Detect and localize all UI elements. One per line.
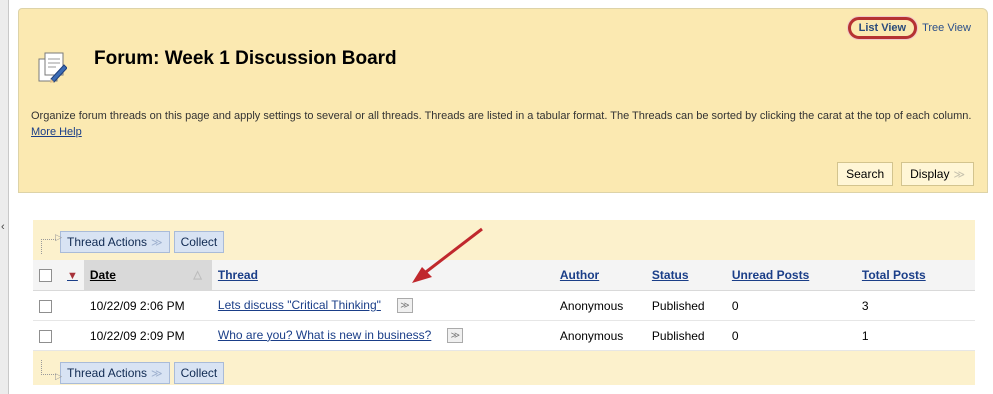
chevron-down-icon: ≫ bbox=[151, 367, 163, 380]
row-select-cell bbox=[33, 290, 61, 321]
select-arrow-icon: ▷ bbox=[41, 232, 62, 254]
threads-table: ▼ Date △ Thread Author Status Unread Post… bbox=[33, 260, 975, 351]
row-total: 3 bbox=[855, 290, 975, 321]
row-unread: 0 bbox=[725, 320, 856, 351]
column-author[interactable]: Author bbox=[553, 260, 646, 291]
collect-button[interactable]: Collect bbox=[173, 230, 225, 253]
flag-icon: ▼ bbox=[67, 270, 78, 282]
search-button-label: Search bbox=[846, 167, 885, 181]
thread-actions-label: Thread Actions bbox=[67, 365, 148, 380]
forum-header-panel: Forum: Week 1 Discussion Board List View… bbox=[18, 8, 988, 193]
row-date: 10/22/09 2:09 PM bbox=[83, 320, 212, 351]
row-date: 10/22/09 2:06 PM bbox=[83, 290, 212, 321]
row-flag-cell bbox=[61, 320, 84, 351]
column-date[interactable]: Date △ bbox=[83, 260, 212, 291]
thread-link[interactable]: Who are you? What is new in business? bbox=[218, 328, 431, 342]
view-toggle: List View Tree View bbox=[847, 17, 971, 39]
description-text: Organize forum threads on this page and … bbox=[31, 110, 972, 122]
thread-actions-button[interactable]: Thread Actions ≫ bbox=[60, 361, 170, 384]
row-total: 1 bbox=[855, 320, 975, 351]
row-flag-cell bbox=[61, 290, 84, 321]
column-date-label: Date bbox=[89, 268, 116, 282]
chevron-down-icon: ≫ bbox=[953, 169, 965, 181]
sort-caret-icon[interactable]: △ bbox=[193, 268, 201, 281]
table-row: 10/22/09 2:06 PM Lets discuss "Critical … bbox=[33, 290, 975, 321]
action-bar-bottom: ▷ Thread Actions ≫ Collect bbox=[33, 359, 228, 386]
forum-page: ‹ Forum: Week 1 Discussion Board List Vi… bbox=[0, 0, 993, 394]
collect-button[interactable]: Collect bbox=[173, 361, 225, 384]
more-help-link[interactable]: More Help bbox=[31, 126, 82, 138]
chevron-down-icon: ≫ bbox=[151, 236, 163, 249]
list-view-link[interactable]: List View bbox=[847, 17, 918, 39]
row-author: Anonymous bbox=[553, 290, 646, 321]
collapse-chevron-icon[interactable]: ‹ bbox=[1, 221, 5, 233]
select-all-cell bbox=[33, 260, 61, 291]
row-checkbox[interactable] bbox=[39, 329, 52, 343]
row-thread-cell: Lets discuss "Critical Thinking" ≫ bbox=[211, 290, 554, 321]
flag-header[interactable]: ▼ bbox=[61, 260, 84, 291]
search-button[interactable]: Search bbox=[837, 162, 894, 186]
thread-link[interactable]: Lets discuss "Critical Thinking" bbox=[218, 298, 381, 312]
chevron-down-icon[interactable]: ≫ bbox=[396, 298, 413, 314]
header-buttons: Search Display ≫ bbox=[837, 162, 974, 186]
thread-actions-label: Thread Actions bbox=[67, 234, 148, 249]
action-bar-top: ▷ Thread Actions ≫ Collect bbox=[33, 228, 228, 255]
page-description: Organize forum threads on this page and … bbox=[31, 108, 976, 140]
column-total-posts[interactable]: Total Posts bbox=[855, 260, 975, 291]
column-unread-posts[interactable]: Unread Posts bbox=[725, 260, 856, 291]
page-title: Forum: Week 1 Discussion Board bbox=[94, 48, 397, 69]
annotation-arrow-icon bbox=[412, 227, 483, 283]
select-arrow-icon: ▷ bbox=[41, 360, 62, 381]
row-status: Published bbox=[645, 320, 726, 351]
threads-panel: ▷ Thread Actions ≫ Collect ▼ Date △ Thread… bbox=[33, 220, 975, 385]
row-unread: 0 bbox=[725, 290, 856, 321]
thread-actions-button[interactable]: Thread Actions ≫ bbox=[60, 230, 170, 253]
select-all-checkbox[interactable] bbox=[39, 269, 52, 283]
left-scroll-edge: ‹ bbox=[0, 0, 9, 394]
table-row: 10/22/09 2:09 PM Who are you? What is ne… bbox=[33, 320, 975, 351]
chevron-down-icon[interactable]: ≫ bbox=[447, 328, 464, 344]
display-button[interactable]: Display ≫ bbox=[901, 162, 974, 186]
row-select-cell bbox=[33, 320, 61, 351]
column-status[interactable]: Status bbox=[645, 260, 726, 291]
row-thread-cell: Who are you? What is new in business? ≫ bbox=[211, 320, 554, 351]
forum-icon bbox=[38, 52, 67, 83]
column-thread[interactable]: Thread bbox=[211, 260, 554, 291]
row-author: Anonymous bbox=[553, 320, 646, 351]
tree-view-link[interactable]: Tree View bbox=[922, 22, 971, 34]
table-header-row: ▼ Date △ Thread Author Status Unread Post… bbox=[33, 260, 975, 291]
row-status: Published bbox=[645, 290, 726, 321]
row-checkbox[interactable] bbox=[39, 299, 52, 313]
display-button-label: Display bbox=[910, 167, 950, 181]
